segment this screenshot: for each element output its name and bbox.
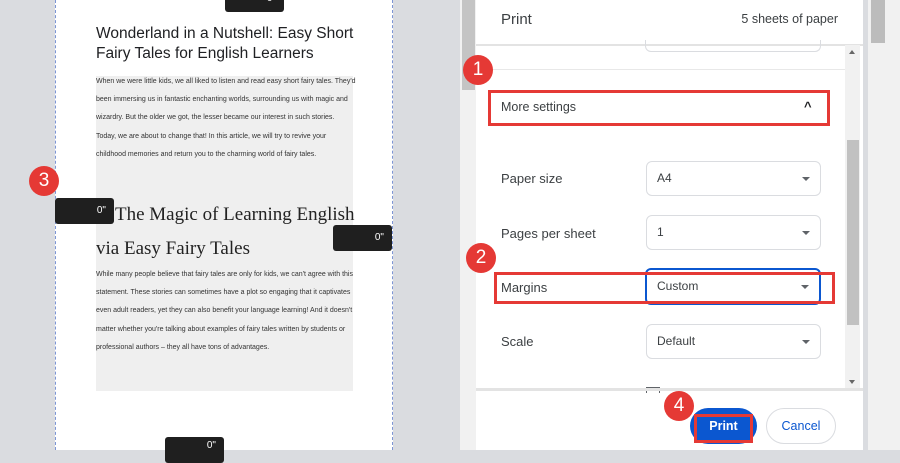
annotation-badge-4: 4	[664, 391, 694, 421]
paper-size-label: Paper size	[501, 171, 563, 186]
scale-value: Default	[657, 334, 696, 348]
annotation-badge-1: 1	[463, 55, 493, 85]
dropdown-arrow-icon	[802, 231, 810, 235]
sheet-count: 5 sheets of paper	[741, 12, 838, 26]
paragraph-1: When we were little kids, we all liked t…	[96, 78, 356, 158]
scale-label: Scale	[501, 334, 534, 349]
dropdown-arrow-icon	[802, 177, 810, 181]
pages-per-sheet-value: 1	[657, 225, 664, 239]
margin-top-tag[interactable]: 0"	[225, 0, 284, 12]
paragraph-2: While many people believe that fairy tal…	[96, 271, 353, 351]
margin-bottom-tag[interactable]: 0"	[165, 437, 224, 463]
dropdown-arrow-icon	[802, 340, 810, 344]
annotation-box-print	[694, 414, 753, 443]
annotation-badge-2: 2	[466, 243, 496, 273]
document-title: Wonderland in a Nutshell: Easy Short Fai…	[96, 25, 354, 62]
pages-per-sheet-label: Pages per sheet	[501, 226, 596, 241]
paper-size-value: A4	[657, 171, 672, 185]
scroll-up-arrow-icon[interactable]	[849, 50, 855, 54]
document-heading: The Magic of Learning English via Easy F…	[96, 204, 355, 259]
cancel-button[interactable]: Cancel	[766, 408, 836, 444]
dialog-title: Print	[501, 11, 532, 28]
margin-left-tag[interactable]: 0"	[55, 198, 114, 224]
window-scrollbar[interactable]	[868, 0, 900, 450]
paper-size-select[interactable]: A4	[646, 161, 821, 196]
footer-divider	[476, 388, 863, 391]
annotation-box-more-settings	[488, 90, 830, 126]
pages-per-sheet-select[interactable]: 1	[646, 215, 821, 250]
annotation-badge-3: 3	[29, 166, 59, 196]
truncated-select[interactable]	[645, 40, 821, 52]
margin-right-tag[interactable]: 0"	[333, 225, 392, 251]
divider	[492, 69, 847, 70]
settings-scrollbar-thumb[interactable]	[847, 140, 859, 325]
window-scrollbar-thumb[interactable]	[871, 0, 885, 43]
scroll-down-arrow-icon[interactable]	[849, 380, 855, 384]
annotation-box-margins	[494, 272, 835, 304]
scale-select[interactable]: Default	[646, 324, 821, 359]
